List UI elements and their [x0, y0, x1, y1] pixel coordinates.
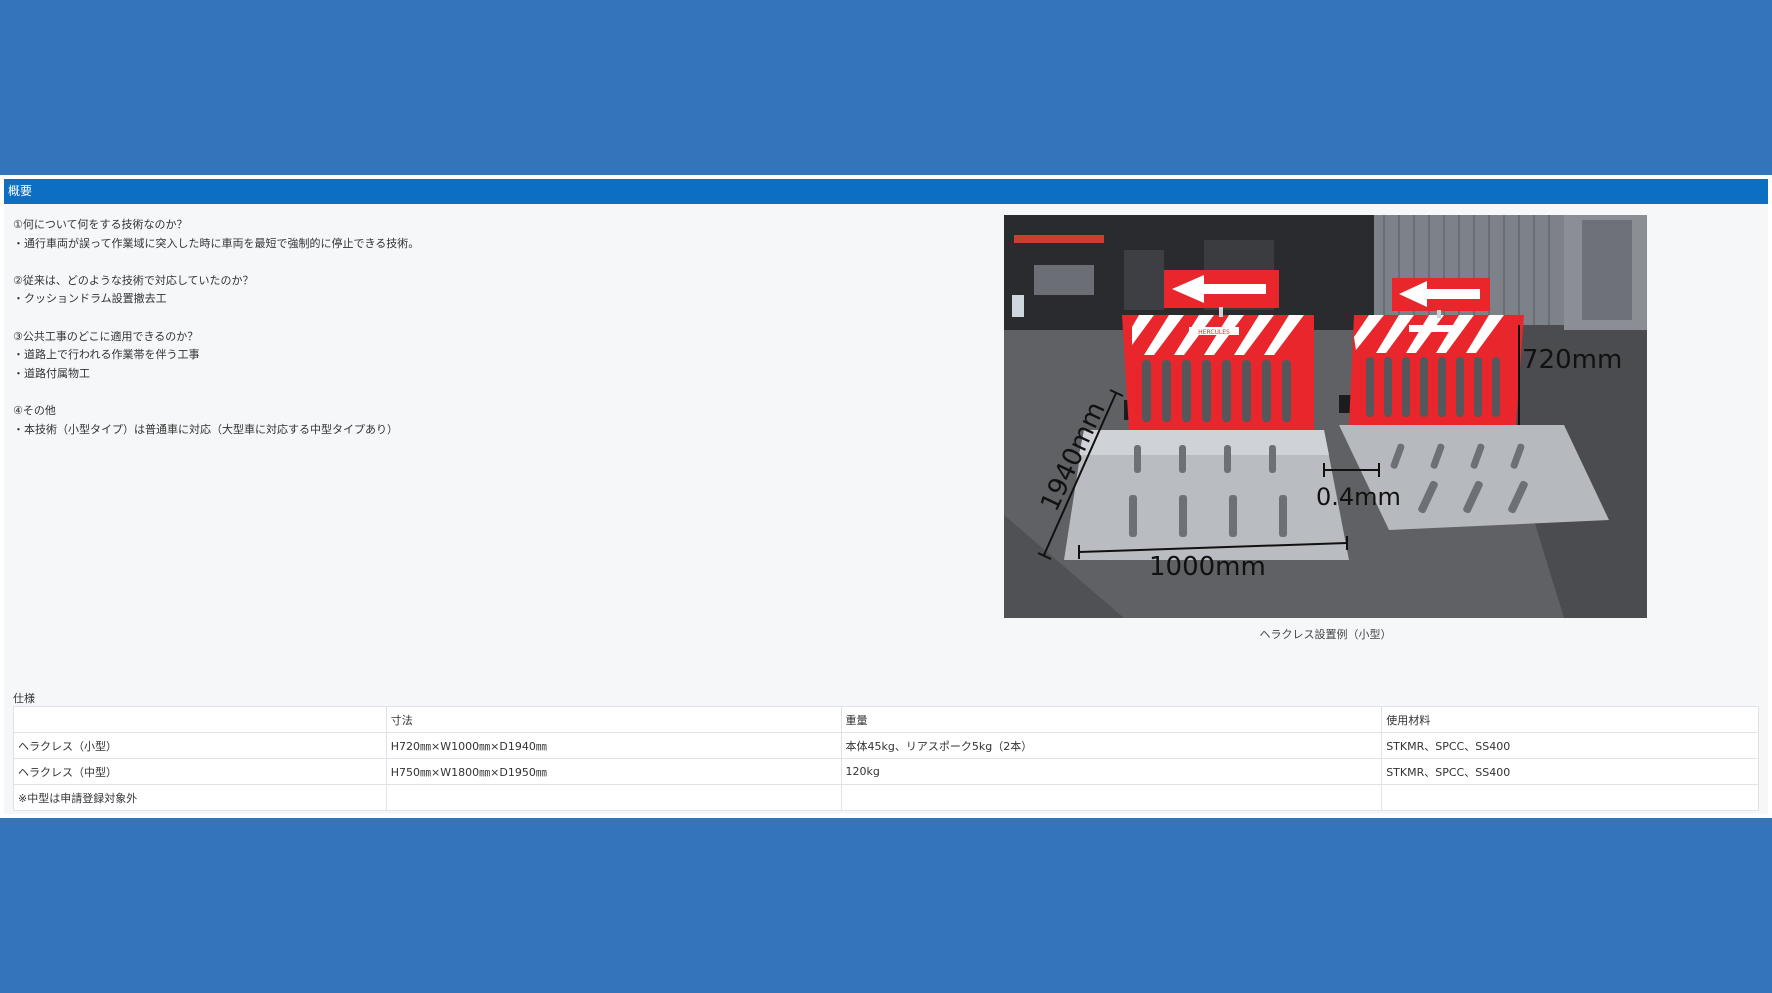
width-label: 1000mm: [1149, 552, 1266, 582]
table-row: ※中型は申請登録対象外: [13, 784, 1759, 811]
description-line: ①何について何をする技術なのか？: [13, 218, 188, 231]
table-cell: STKMR、SPCC、SS400: [1381, 732, 1759, 759]
table-header-row: 寸法 重量 使用材料: [13, 706, 1759, 733]
description-line: [13, 253, 913, 272]
table-cell: H750㎜×W1800㎜×D1950㎜: [385, 758, 842, 785]
photo-caption: ヘラクレス設置例（小型）: [1259, 628, 1392, 641]
table-header-cell: 使用材料: [1381, 706, 1759, 733]
table-cell: 本体45kg、リアスポーク5kg（2本）: [840, 732, 1383, 759]
description-block: ①何について何をする技術なのか？ ・通行車両が誤って作業域に突入した時に車両を最…: [13, 216, 913, 439]
table-header-cell: 重量: [840, 706, 1383, 733]
description-line: ④その他: [13, 403, 56, 417]
description-line: [13, 383, 913, 402]
table-header-cell: [13, 706, 387, 733]
description-line: ③公共工事のどこに適用できるのか？: [13, 329, 199, 343]
overview-panel-body: 概要 ①何について何をする技術なのか？ ・通行車両が誤って作業域に突入した時に車…: [4, 179, 1768, 814]
product-photo: HERCULES 1940mm 1000mm 0.4mm 720mm: [1004, 215, 1647, 618]
table-cell: ※中型は申請登録対象外: [13, 784, 387, 811]
overview-panel: 概要 ①何について何をする技術なのか？ ・通行車両が誤って作業域に突入した時に車…: [0, 175, 1772, 818]
top-background-band: [0, 0, 1772, 175]
svg-text:HERCULES: HERCULES: [1198, 329, 1230, 336]
table-cell: [840, 784, 1383, 811]
description-line: ・道路上で行われる作業帯を伴う工事: [13, 348, 200, 362]
table-cell: ヘラクレス（中型）: [13, 758, 387, 785]
bottom-background-band: [0, 818, 1772, 993]
spec-table: 寸法 重量 使用材料 ヘラクレス（小型） H720㎜×W1000㎜×D1940㎜…: [13, 706, 1759, 811]
table-cell: STKMR、SPCC、SS400: [1381, 758, 1759, 785]
table-cell: H720㎜×W1000㎜×D1940㎜: [385, 732, 842, 759]
table-cell: [1381, 784, 1759, 811]
description-line: ・本技術（小型タイプ）は普通車に対応（大型車に対応する中型タイプあり）: [13, 422, 398, 436]
spec-title: 仕様: [13, 692, 35, 705]
height-label: 720mm: [1522, 345, 1622, 375]
description-line: ・道路付属物工: [13, 366, 90, 380]
description-line: ・通行車両が誤って作業域に突入した時に車両を最短で強制的に停止できる技術。: [13, 236, 420, 250]
table-header-cell: 寸法: [385, 706, 842, 733]
table-cell: ヘラクレス（小型）: [13, 732, 387, 759]
description-line: [13, 309, 913, 328]
gap-label: 0.4mm: [1316, 483, 1401, 511]
table-cell: 120kg: [840, 758, 1383, 785]
section-header: 概要: [4, 179, 1768, 204]
table-row: ヘラクレス（中型） H750㎜×W1800㎜×D1950㎜ 120kg STKM…: [13, 758, 1759, 785]
description-line: ・クッションドラム設置撤去工: [13, 292, 167, 306]
table-cell: [385, 784, 842, 811]
description-line: ②従来は、どのような技術で対応していたのか？: [13, 273, 254, 287]
table-row: ヘラクレス（小型） H720㎜×W1000㎜×D1940㎜ 本体45kg、リアス…: [13, 732, 1759, 759]
section-title: 概要: [8, 184, 33, 198]
